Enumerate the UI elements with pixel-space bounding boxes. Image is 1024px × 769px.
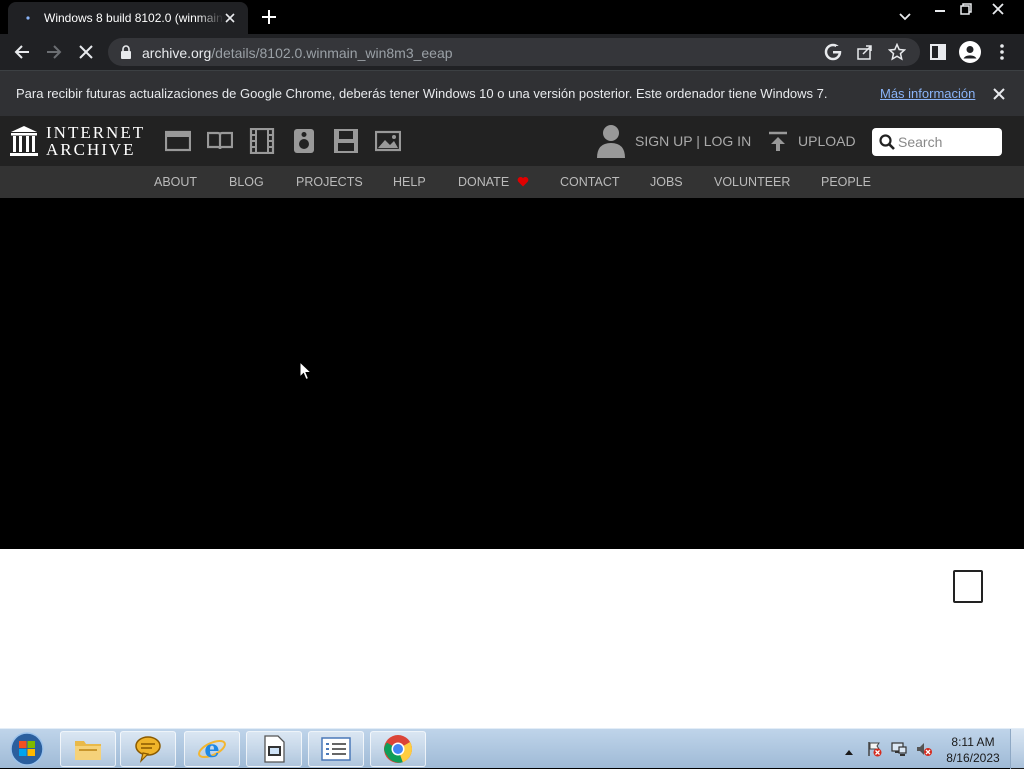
restore-icon — [960, 3, 972, 15]
page-content-area — [0, 549, 1024, 728]
nav-about[interactable]: ABOUT — [154, 175, 197, 189]
profile-button[interactable] — [958, 40, 982, 64]
texts-icon[interactable] — [206, 128, 234, 154]
taskbar-notepad-list[interactable] — [308, 731, 364, 767]
browser-toolbar: archive.org/details/8102.0.winmain_win8m… — [0, 34, 1024, 70]
nav-donate-label: DONATE — [458, 175, 510, 189]
signup-login-link[interactable]: SIGN UP | LOG IN — [635, 133, 751, 149]
side-panel-button[interactable] — [926, 40, 950, 64]
search-icon[interactable] — [879, 134, 895, 155]
infobar-message: Para recibir futuras actualizaciones de … — [16, 86, 828, 101]
logo-line2: ARCHIVE — [46, 140, 136, 159]
network-icon[interactable] — [891, 741, 907, 757]
menu-button[interactable] — [990, 40, 1014, 64]
ia-top-nav: ABOUT BLOG PROJECTS HELP DONATE CONTACT … — [0, 166, 1024, 198]
kebab-menu-icon — [1000, 44, 1004, 60]
nav-donate[interactable]: DONATE — [458, 175, 529, 189]
heart-icon — [517, 176, 528, 187]
mouse-cursor-icon — [299, 361, 313, 381]
nav-help[interactable]: HELP — [393, 175, 426, 189]
restore-button[interactable] — [952, 0, 980, 18]
software-icon[interactable] — [333, 128, 359, 154]
loading-favicon-icon — [20, 10, 36, 26]
plus-icon — [262, 10, 276, 24]
windows-orb-icon — [10, 732, 44, 766]
start-button[interactable] — [6, 731, 48, 767]
nav-projects[interactable]: PROJECTS — [296, 175, 363, 189]
taskbar-chrome[interactable] — [370, 731, 426, 767]
volume-muted-icon[interactable] — [916, 741, 932, 757]
forward-button[interactable] — [42, 40, 66, 64]
svg-text:e: e — [204, 734, 219, 763]
address-bar[interactable]: archive.org/details/8102.0.winmain_win8m… — [108, 38, 920, 66]
arrow-left-icon — [14, 45, 29, 59]
nav-people[interactable]: PEOPLE — [821, 175, 871, 189]
arrow-right-icon — [47, 45, 62, 59]
upload-icon[interactable] — [768, 130, 788, 152]
browser-tab[interactable]: Windows 8 build 8102.0 (winmain_win8m3_e… — [8, 2, 248, 34]
taskbar-explorer[interactable] — [60, 731, 116, 767]
action-center-flag-icon[interactable] — [866, 741, 882, 757]
lock-icon — [120, 45, 132, 64]
notepad-list-icon — [321, 737, 351, 761]
nav-jobs[interactable]: JOBS — [650, 175, 683, 189]
taskbar-speech-app[interactable] — [120, 731, 176, 767]
minimize-button[interactable] — [926, 0, 954, 18]
side-panel-icon — [930, 44, 946, 60]
tab-close-icon[interactable] — [222, 10, 238, 26]
tab-search-button[interactable] — [896, 8, 914, 26]
nav-contact[interactable]: CONTACT — [560, 175, 620, 189]
nav-volunteer[interactable]: VOLUNTEER — [714, 175, 790, 189]
back-button[interactable] — [10, 40, 34, 64]
google-lens-icon[interactable] — [824, 43, 842, 61]
explorer-icon — [75, 741, 101, 760]
close-icon — [992, 3, 1004, 15]
audio-icon[interactable] — [291, 128, 317, 154]
media-player-area[interactable] — [0, 198, 1024, 549]
url-path: /details/8102.0.winmain_win8m3_eeap — [211, 45, 453, 61]
taskbar-clock[interactable]: 8:11 AM 8/16/2023 — [944, 734, 1002, 766]
images-icon[interactable] — [374, 128, 402, 154]
web-icon[interactable] — [164, 128, 192, 154]
stop-loading-button[interactable] — [74, 40, 98, 64]
speech-bubble-icon — [135, 736, 161, 763]
share-icon[interactable] — [856, 43, 874, 61]
taskbar-media-file[interactable] — [246, 731, 302, 767]
url-text: archive.org/details/8102.0.winmain_win8m… — [142, 45, 453, 61]
tab-title: Windows 8 build 8102.0 (winmain_win8m3_e… — [44, 11, 224, 25]
ia-logo-text: INTERNET ARCHIVE — [46, 124, 145, 158]
loading-placeholder-box — [953, 570, 983, 603]
taskbar-internet-explorer[interactable]: e — [184, 731, 240, 767]
tray-expand-icon[interactable] — [844, 743, 854, 761]
profile-avatar-icon — [959, 41, 981, 63]
new-tab-button[interactable] — [258, 6, 280, 28]
upload-link[interactable]: UPLOAD — [798, 133, 856, 149]
chrome-icon — [384, 735, 413, 763]
video-icon[interactable] — [249, 127, 275, 155]
bookmark-star-icon[interactable] — [888, 43, 906, 61]
stop-x-icon — [79, 45, 93, 59]
ia-header: INTERNET ARCHIVE SIGN UP | LOG IN UPLOAD — [0, 116, 1024, 166]
more-info-link[interactable]: Más información — [880, 86, 975, 101]
nav-blog[interactable]: BLOG — [229, 175, 264, 189]
archive-building-icon — [10, 126, 38, 156]
show-desktop-button[interactable] — [1010, 729, 1024, 769]
user-avatar-icon[interactable] — [596, 124, 626, 158]
clock-date: 8/16/2023 — [946, 751, 1000, 765]
close-window-button[interactable] — [984, 0, 1012, 18]
clock-time: 8:11 AM — [951, 735, 995, 749]
chevron-down-icon — [899, 13, 911, 21]
internet-explorer-icon: e — [198, 734, 226, 763]
update-infobar: Para recibir futuras actualizaciones de … — [0, 70, 1024, 116]
search-input[interactable] — [898, 131, 996, 153]
ia-logo[interactable]: INTERNET ARCHIVE — [10, 124, 145, 158]
media-file-icon — [264, 735, 285, 763]
url-host: archive.org — [142, 45, 212, 61]
ia-search-box[interactable] — [872, 128, 1002, 156]
infobar-close-icon[interactable] — [990, 85, 1008, 103]
tab-strip: Windows 8 build 8102.0 (winmain_win8m3_e… — [0, 0, 1024, 34]
minimize-icon — [935, 10, 945, 12]
logo-line1: INTERNET — [46, 123, 146, 142]
windows-taskbar: e 8:11 AM 8/16/2023 — [0, 728, 1024, 769]
